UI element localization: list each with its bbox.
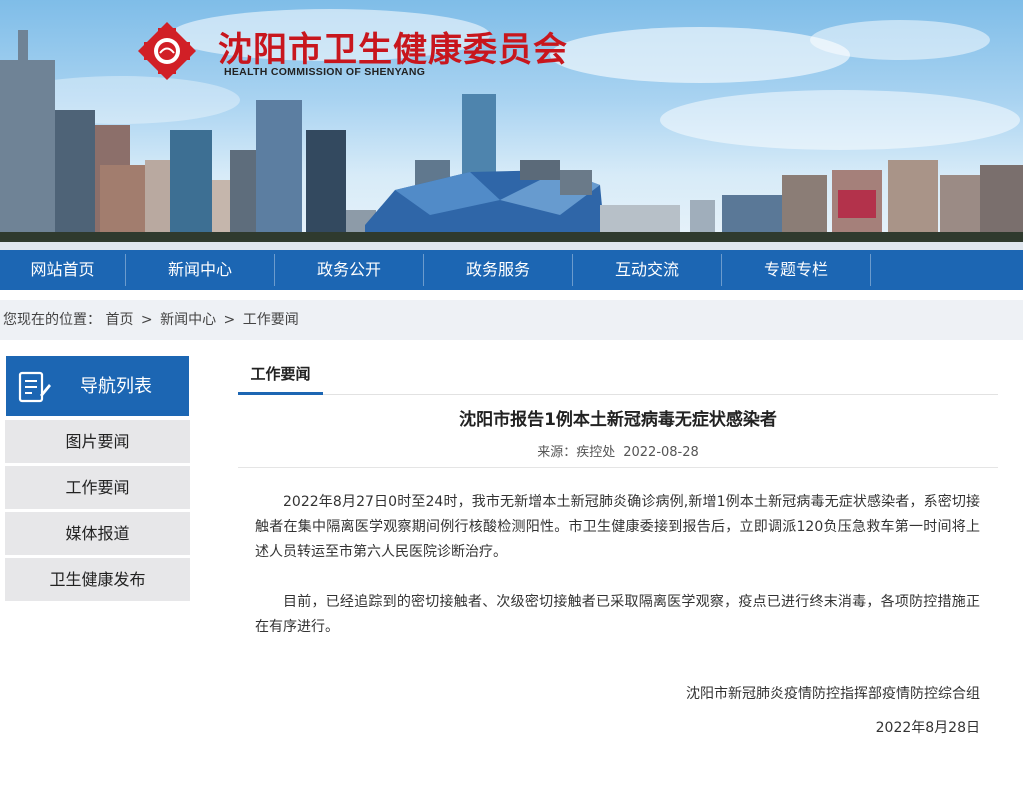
- logo-icon[interactable]: [136, 20, 198, 82]
- breadcrumb-news-center[interactable]: 新闻中心: [160, 312, 216, 328]
- sidebar-item-photo-news[interactable]: 图片要闻: [5, 420, 190, 463]
- article-paragraph: 2022年8月27日0时至24时，我市无新增本土新冠肺炎确诊病例,新增1例本土新…: [255, 494, 980, 560]
- sidebar-item-media-reports[interactable]: 媒体报道: [5, 512, 190, 555]
- article-signature-date: 2022年8月28日: [875, 720, 980, 736]
- nav-item-news[interactable]: 新闻中心: [126, 250, 274, 290]
- nav-item-gov-affairs[interactable]: 政务公开: [275, 250, 423, 290]
- nav-item-special-topics[interactable]: 专题专栏: [722, 250, 870, 290]
- document-list-icon: [18, 371, 52, 407]
- article-signature-org: 沈阳市新冠肺炎疫情防控指挥部疫情防控综合组: [686, 686, 980, 702]
- sidebar-header: 导航列表: [5, 355, 190, 417]
- sidebar-item-work-news[interactable]: 工作要闻: [5, 466, 190, 509]
- article-paragraph: 目前，已经追踪到的密切接触者、次级密切接触者已采取隔离医学观察，疫点已进行终末消…: [255, 594, 980, 635]
- article-date: 2022-08-28: [623, 445, 699, 460]
- breadcrumb-prefix: 您现在的位置：: [3, 312, 101, 328]
- article-source: 疾控处: [576, 445, 616, 460]
- sidebar-title: 导航列表: [80, 376, 152, 397]
- breadcrumb: 您现在的位置： 首页 > 新闻中心 > 工作要闻: [3, 300, 299, 340]
- nav-item-home[interactable]: 网站首页: [0, 250, 125, 290]
- source-label: 来源：: [537, 445, 577, 460]
- nav-divider: [870, 254, 871, 286]
- main-nav: 网站首页 新闻中心 政务公开 政务服务 互动交流 专题专栏: [0, 250, 1023, 290]
- breadcrumb-separator: >: [140, 312, 153, 328]
- nav-item-interaction[interactable]: 互动交流: [573, 250, 721, 290]
- site-title: 沈阳市卫生健康委员会: [218, 30, 568, 70]
- article-meta: 来源：疾控处 2022-08-28: [238, 441, 998, 460]
- tab-row: 工作要闻: [238, 355, 998, 395]
- main-content: 工作要闻 沈阳市报告1例本土新冠病毒无症状感染者 来源：疾控处 2022-08-2…: [238, 355, 998, 736]
- divider: [238, 467, 998, 468]
- site-subtitle: HEALTH COMMISSION OF SHENYANG: [224, 66, 426, 78]
- site-banner: 沈阳市卫生健康委员会 HEALTH COMMISSION OF SHENYANG: [0, 0, 1023, 250]
- breadcrumb-separator: >: [223, 312, 236, 328]
- sidebar-item-health-release[interactable]: 卫生健康发布: [5, 558, 190, 601]
- article-title: 沈阳市报告1例本土新冠病毒无症状感染者: [459, 410, 777, 430]
- breadcrumb-home[interactable]: 首页: [105, 312, 133, 328]
- breadcrumb-bar: 您现在的位置： 首页 > 新闻中心 > 工作要闻: [0, 300, 1023, 340]
- breadcrumb-work-news[interactable]: 工作要闻: [243, 312, 299, 328]
- sidebar: 导航列表 图片要闻 工作要闻 媒体报道 卫生健康发布: [5, 355, 190, 601]
- tab-work-news[interactable]: 工作要闻: [238, 355, 323, 395]
- nav-item-gov-services[interactable]: 政务服务: [424, 250, 572, 290]
